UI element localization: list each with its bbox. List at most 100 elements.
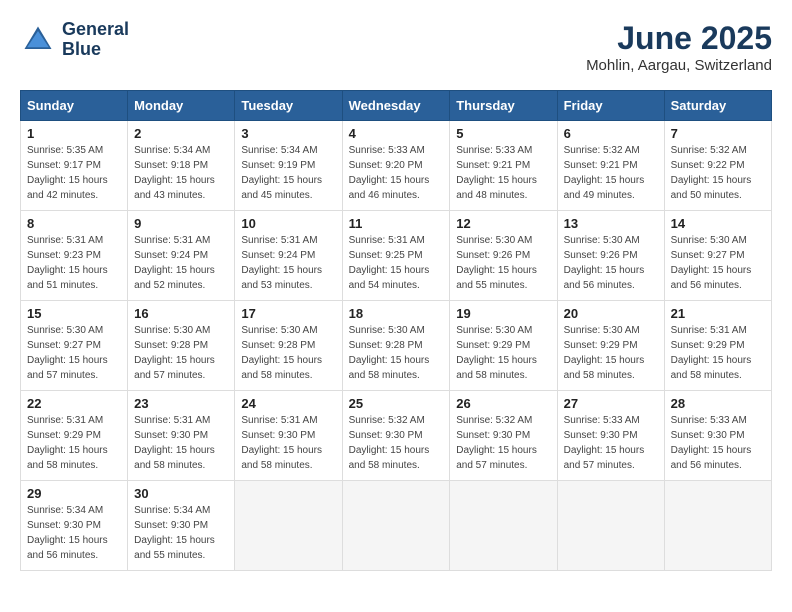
day-number: 5 bbox=[456, 126, 550, 141]
day-info: Sunrise: 5:31 AMSunset: 9:30 PMDaylight:… bbox=[134, 413, 228, 473]
day-number: 12 bbox=[456, 216, 550, 231]
day-number: 24 bbox=[241, 396, 335, 411]
day-cell: 5 Sunrise: 5:33 AMSunset: 9:21 PMDaylight… bbox=[450, 121, 557, 211]
day-info: Sunrise: 5:32 AMSunset: 9:30 PMDaylight:… bbox=[349, 413, 444, 473]
day-cell bbox=[557, 481, 664, 571]
day-number: 14 bbox=[671, 216, 765, 231]
day-info: Sunrise: 5:34 AMSunset: 9:18 PMDaylight:… bbox=[134, 143, 228, 203]
day-info: Sunrise: 5:34 AMSunset: 9:30 PMDaylight:… bbox=[134, 503, 228, 563]
weekday-header-saturday: Saturday bbox=[664, 91, 771, 121]
day-info: Sunrise: 5:30 AMSunset: 9:28 PMDaylight:… bbox=[134, 323, 228, 383]
day-info: Sunrise: 5:30 AMSunset: 9:28 PMDaylight:… bbox=[241, 323, 335, 383]
weekday-header-wednesday: Wednesday bbox=[342, 91, 450, 121]
day-info: Sunrise: 5:30 AMSunset: 9:28 PMDaylight:… bbox=[349, 323, 444, 383]
day-info: Sunrise: 5:30 AMSunset: 9:26 PMDaylight:… bbox=[456, 233, 550, 293]
day-cell: 12 Sunrise: 5:30 AMSunset: 9:26 PMDayligh… bbox=[450, 211, 557, 301]
day-number: 9 bbox=[134, 216, 228, 231]
day-number: 28 bbox=[671, 396, 765, 411]
day-info: Sunrise: 5:35 AMSunset: 9:17 PMDaylight:… bbox=[27, 143, 121, 203]
day-cell: 18 Sunrise: 5:30 AMSunset: 9:28 PMDayligh… bbox=[342, 301, 450, 391]
day-number: 29 bbox=[27, 486, 121, 501]
day-info: Sunrise: 5:33 AMSunset: 9:21 PMDaylight:… bbox=[456, 143, 550, 203]
page-header: General Blue June 2025 Mohlin, Aargau, S… bbox=[20, 20, 772, 74]
day-cell: 17 Sunrise: 5:30 AMSunset: 9:28 PMDayligh… bbox=[235, 301, 342, 391]
day-cell: 29Sunrise: 5:34 AMSunset: 9:30 PMDayligh… bbox=[21, 481, 128, 571]
day-info: Sunrise: 5:32 AMSunset: 9:22 PMDaylight:… bbox=[671, 143, 765, 203]
day-cell: 24 Sunrise: 5:31 AMSunset: 9:30 PMDayligh… bbox=[235, 391, 342, 481]
day-number: 2 bbox=[134, 126, 228, 141]
title-area: June 2025 Mohlin, Aargau, Switzerland bbox=[586, 20, 772, 74]
location-subtitle: Mohlin, Aargau, Switzerland bbox=[586, 57, 772, 74]
day-info: Sunrise: 5:33 AMSunset: 9:20 PMDaylight:… bbox=[349, 143, 444, 203]
day-info: Sunrise: 5:30 AMSunset: 9:27 PMDaylight:… bbox=[671, 233, 765, 293]
day-info: Sunrise: 5:32 AMSunset: 9:21 PMDaylight:… bbox=[564, 143, 658, 203]
day-number: 1 bbox=[27, 126, 121, 141]
day-number: 25 bbox=[349, 396, 444, 411]
weekday-header-friday: Friday bbox=[557, 91, 664, 121]
day-number: 11 bbox=[349, 216, 444, 231]
day-cell: 6 Sunrise: 5:32 AMSunset: 9:21 PMDaylight… bbox=[557, 121, 664, 211]
day-cell: 3 Sunrise: 5:34 AMSunset: 9:19 PMDaylight… bbox=[235, 121, 342, 211]
day-cell: 13Sunrise: 5:30 AMSunset: 9:26 PMDayligh… bbox=[557, 211, 664, 301]
logo: General Blue bbox=[20, 20, 129, 60]
day-cell: 14 Sunrise: 5:30 AMSunset: 9:27 PMDayligh… bbox=[664, 211, 771, 301]
day-cell: 22Sunrise: 5:31 AMSunset: 9:29 PMDayligh… bbox=[21, 391, 128, 481]
day-info: Sunrise: 5:33 AMSunset: 9:30 PMDaylight:… bbox=[564, 413, 658, 473]
day-number: 6 bbox=[564, 126, 658, 141]
day-cell: 4 Sunrise: 5:33 AMSunset: 9:20 PMDaylight… bbox=[342, 121, 450, 211]
day-cell: 23 Sunrise: 5:31 AMSunset: 9:30 PMDayligh… bbox=[128, 391, 235, 481]
week-row-3: 15 Sunrise: 5:30 AMSunset: 9:27 PMDayligh… bbox=[21, 301, 772, 391]
day-number: 7 bbox=[671, 126, 765, 141]
day-cell: 11 Sunrise: 5:31 AMSunset: 9:25 PMDayligh… bbox=[342, 211, 450, 301]
weekday-header-sunday: Sunday bbox=[21, 91, 128, 121]
week-row-1: 1 Sunrise: 5:35 AMSunset: 9:17 PMDaylight… bbox=[21, 121, 772, 211]
day-cell: 19Sunrise: 5:30 AMSunset: 9:29 PMDayligh… bbox=[450, 301, 557, 391]
day-info: Sunrise: 5:31 AMSunset: 9:23 PMDaylight:… bbox=[27, 233, 121, 293]
day-number: 19 bbox=[456, 306, 550, 321]
weekday-header-tuesday: Tuesday bbox=[235, 91, 342, 121]
day-cell: 2 Sunrise: 5:34 AMSunset: 9:18 PMDaylight… bbox=[128, 121, 235, 211]
day-cell bbox=[664, 481, 771, 571]
day-info: Sunrise: 5:33 AMSunset: 9:30 PMDaylight:… bbox=[671, 413, 765, 473]
day-info: Sunrise: 5:32 AMSunset: 9:30 PMDaylight:… bbox=[456, 413, 550, 473]
day-number: 23 bbox=[134, 396, 228, 411]
day-number: 3 bbox=[241, 126, 335, 141]
week-row-2: 8 Sunrise: 5:31 AMSunset: 9:23 PMDaylight… bbox=[21, 211, 772, 301]
week-row-5: 29 Sunrise: 5:34 AMSunset: 9:30 PMDayligh… bbox=[21, 481, 772, 571]
day-number: 27 bbox=[564, 396, 658, 411]
day-number: 21 bbox=[671, 306, 765, 321]
logo-text: General Blue bbox=[62, 20, 129, 60]
day-info: Sunrise: 5:31 AMSunset: 9:30 PMDaylight:… bbox=[241, 413, 335, 473]
day-cell: 16Sunrise: 5:30 AMSunset: 9:28 PMDayligh… bbox=[128, 301, 235, 391]
day-info: Sunrise: 5:31 AMSunset: 9:24 PMDaylight:… bbox=[134, 233, 228, 293]
calendar-table: SundayMondayTuesdayWednesdayThursdayFrid… bbox=[20, 90, 772, 571]
day-number: 15 bbox=[27, 306, 121, 321]
day-cell: 28 Sunrise: 5:33 AMSunset: 9:30 PMDayligh… bbox=[664, 391, 771, 481]
month-year-title: June 2025 bbox=[586, 20, 772, 57]
day-cell: 10Sunrise: 5:31 AMSunset: 9:24 PMDayligh… bbox=[235, 211, 342, 301]
day-number: 18 bbox=[349, 306, 444, 321]
day-number: 4 bbox=[349, 126, 444, 141]
day-cell: 7 Sunrise: 5:32 AMSunset: 9:22 PMDaylight… bbox=[664, 121, 771, 211]
logo-icon bbox=[20, 22, 56, 58]
day-number: 17 bbox=[241, 306, 335, 321]
day-number: 22 bbox=[27, 396, 121, 411]
day-cell bbox=[342, 481, 450, 571]
day-info: Sunrise: 5:31 AMSunset: 9:25 PMDaylight:… bbox=[349, 233, 444, 293]
day-number: 26 bbox=[456, 396, 550, 411]
day-number: 13 bbox=[564, 216, 658, 231]
weekday-header-row: SundayMondayTuesdayWednesdayThursdayFrid… bbox=[21, 91, 772, 121]
day-number: 8 bbox=[27, 216, 121, 231]
day-cell: 1 Sunrise: 5:35 AMSunset: 9:17 PMDaylight… bbox=[21, 121, 128, 211]
day-cell bbox=[235, 481, 342, 571]
day-info: Sunrise: 5:34 AMSunset: 9:19 PMDaylight:… bbox=[241, 143, 335, 203]
day-info: Sunrise: 5:31 AMSunset: 9:24 PMDaylight:… bbox=[241, 233, 335, 293]
day-cell bbox=[450, 481, 557, 571]
week-row-4: 22Sunrise: 5:31 AMSunset: 9:29 PMDayligh… bbox=[21, 391, 772, 481]
day-info: Sunrise: 5:30 AMSunset: 9:27 PMDaylight:… bbox=[27, 323, 121, 383]
day-cell: 15 Sunrise: 5:30 AMSunset: 9:27 PMDayligh… bbox=[21, 301, 128, 391]
day-cell: 20Sunrise: 5:30 AMSunset: 9:29 PMDayligh… bbox=[557, 301, 664, 391]
weekday-header-monday: Monday bbox=[128, 91, 235, 121]
day-cell: 9 Sunrise: 5:31 AMSunset: 9:24 PMDaylight… bbox=[128, 211, 235, 301]
day-cell: 27 Sunrise: 5:33 AMSunset: 9:30 PMDayligh… bbox=[557, 391, 664, 481]
